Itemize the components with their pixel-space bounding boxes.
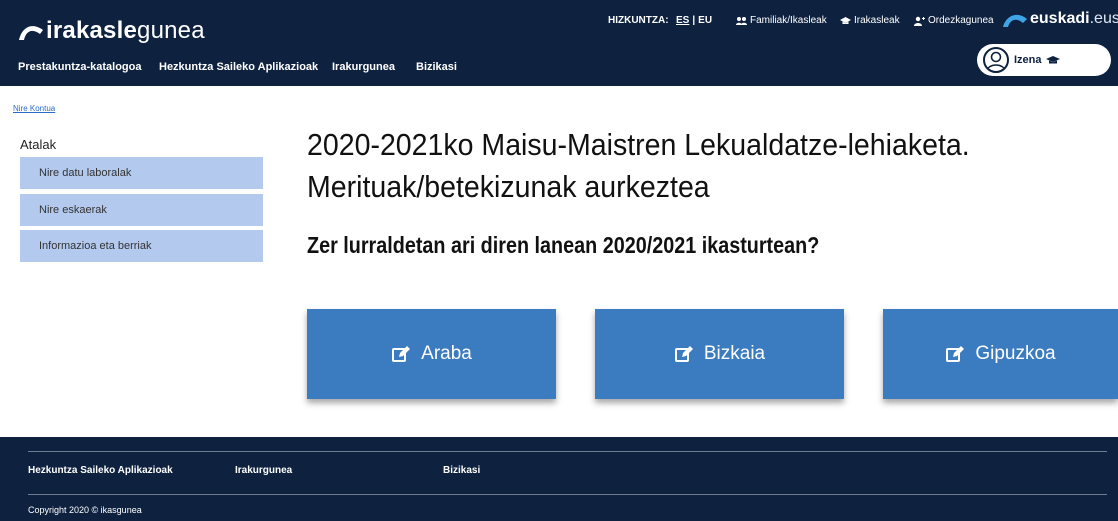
- footer-link-hezkuntza-saileko-aplikazioak[interactable]: Hezkuntza Saileko Aplikazioak: [28, 465, 173, 476]
- site-header: irakasle gunea HIZKUNTZA: ES | EU Familia…: [0, 0, 1118, 86]
- euskadi-text: euskadi: [1030, 10, 1090, 27]
- sidebar-title: Atalak: [20, 137, 57, 152]
- footer-link-bizikasi[interactable]: Bizikasi: [443, 465, 480, 476]
- sidebar-item-nire-datu-laboralak[interactable]: Nire datu laboralak: [20, 157, 263, 189]
- user-name: Izena: [1014, 54, 1042, 66]
- gipuzkoa-label: Gipuzkoa: [975, 343, 1056, 364]
- site-footer: Hezkuntza Saileko Aplikazioak Irakurgune…: [0, 437, 1118, 521]
- language-switcher: ES | EU: [676, 15, 712, 26]
- sidebar-item-nire-eskaerak[interactable]: Nire eskaerak: [20, 194, 263, 226]
- logo-text-light: gunea: [137, 17, 205, 44]
- euskadi-arc-icon: [1003, 14, 1027, 27]
- edit-icon: [674, 346, 693, 362]
- araba-label: Araba: [421, 343, 472, 364]
- ordezkagunea-link[interactable]: Ordezkagunea: [914, 15, 994, 26]
- footer-divider: [28, 494, 1107, 495]
- edit-icon: [392, 346, 411, 362]
- graduation-cap-icon: [840, 16, 851, 24]
- ordezkagunea-label: Ordezkagunea: [928, 15, 994, 26]
- footer-copyright: Copyright 2020 © ikasgunea: [28, 505, 142, 515]
- nav-prestakuntza-katalogoa[interactable]: Prestakuntza-katalogoa: [18, 61, 141, 73]
- sidebar-item-informazioa-eta-berriak[interactable]: Informazioa eta berriak: [20, 230, 263, 262]
- logo-arc-icon: [19, 26, 43, 40]
- breadcrumb-nire-kontua[interactable]: Nire Kontua: [13, 104, 55, 113]
- familiak-ikasleak-label: Familiak/Ikasleak: [750, 15, 827, 26]
- user-menu-button[interactable]: Izena: [977, 44, 1111, 76]
- edit-icon: [946, 346, 965, 362]
- territory-question: Zer lurraldetan ari diren lanean 2020/20…: [307, 232, 820, 258]
- bizkaia-button[interactable]: Bizkaia: [595, 309, 844, 399]
- familiak-ikasleak-link[interactable]: Familiak/Ikasleak: [736, 15, 827, 26]
- logo-text-bold: irakasle: [46, 17, 138, 44]
- nav-hezkuntza-saileko-aplikazioak[interactable]: Hezkuntza Saileko Aplikazioak: [159, 61, 318, 73]
- graduation-cap-icon: [1045, 56, 1060, 64]
- users-icon: [736, 16, 747, 25]
- nav-irakurgunea[interactable]: Irakurgunea: [332, 61, 395, 73]
- footer-link-irakurgunea[interactable]: Irakurgunea: [235, 465, 292, 476]
- euskadi-eus-logo[interactable]: euskadi .eus: [1003, 10, 1118, 28]
- language-label: HIZKUNTZA:: [608, 15, 669, 26]
- irakasleak-label: Irakasleak: [854, 15, 900, 26]
- avatar-icon: [983, 47, 1009, 73]
- lang-separator: |: [692, 15, 696, 26]
- irakasleak-link[interactable]: Irakasleak: [840, 15, 900, 26]
- gipuzkoa-button[interactable]: Gipuzkoa: [883, 309, 1118, 399]
- footer-divider: [28, 451, 1107, 452]
- araba-button[interactable]: Araba: [307, 309, 556, 399]
- lang-eu-link[interactable]: EU: [698, 15, 712, 26]
- user-plus-icon: [914, 16, 925, 26]
- bizkaia-label: Bizkaia: [703, 343, 766, 364]
- irakaslegunea-logo[interactable]: irakasle gunea: [18, 14, 205, 48]
- nav-bizikasi[interactable]: Bizikasi: [416, 61, 457, 73]
- lang-es-link[interactable]: ES: [676, 15, 689, 26]
- page-title: 2020-2021ko Maisu-Maistren Lekualdatze-l…: [307, 127, 970, 204]
- euskadi-domain: .eus: [1089, 10, 1118, 27]
